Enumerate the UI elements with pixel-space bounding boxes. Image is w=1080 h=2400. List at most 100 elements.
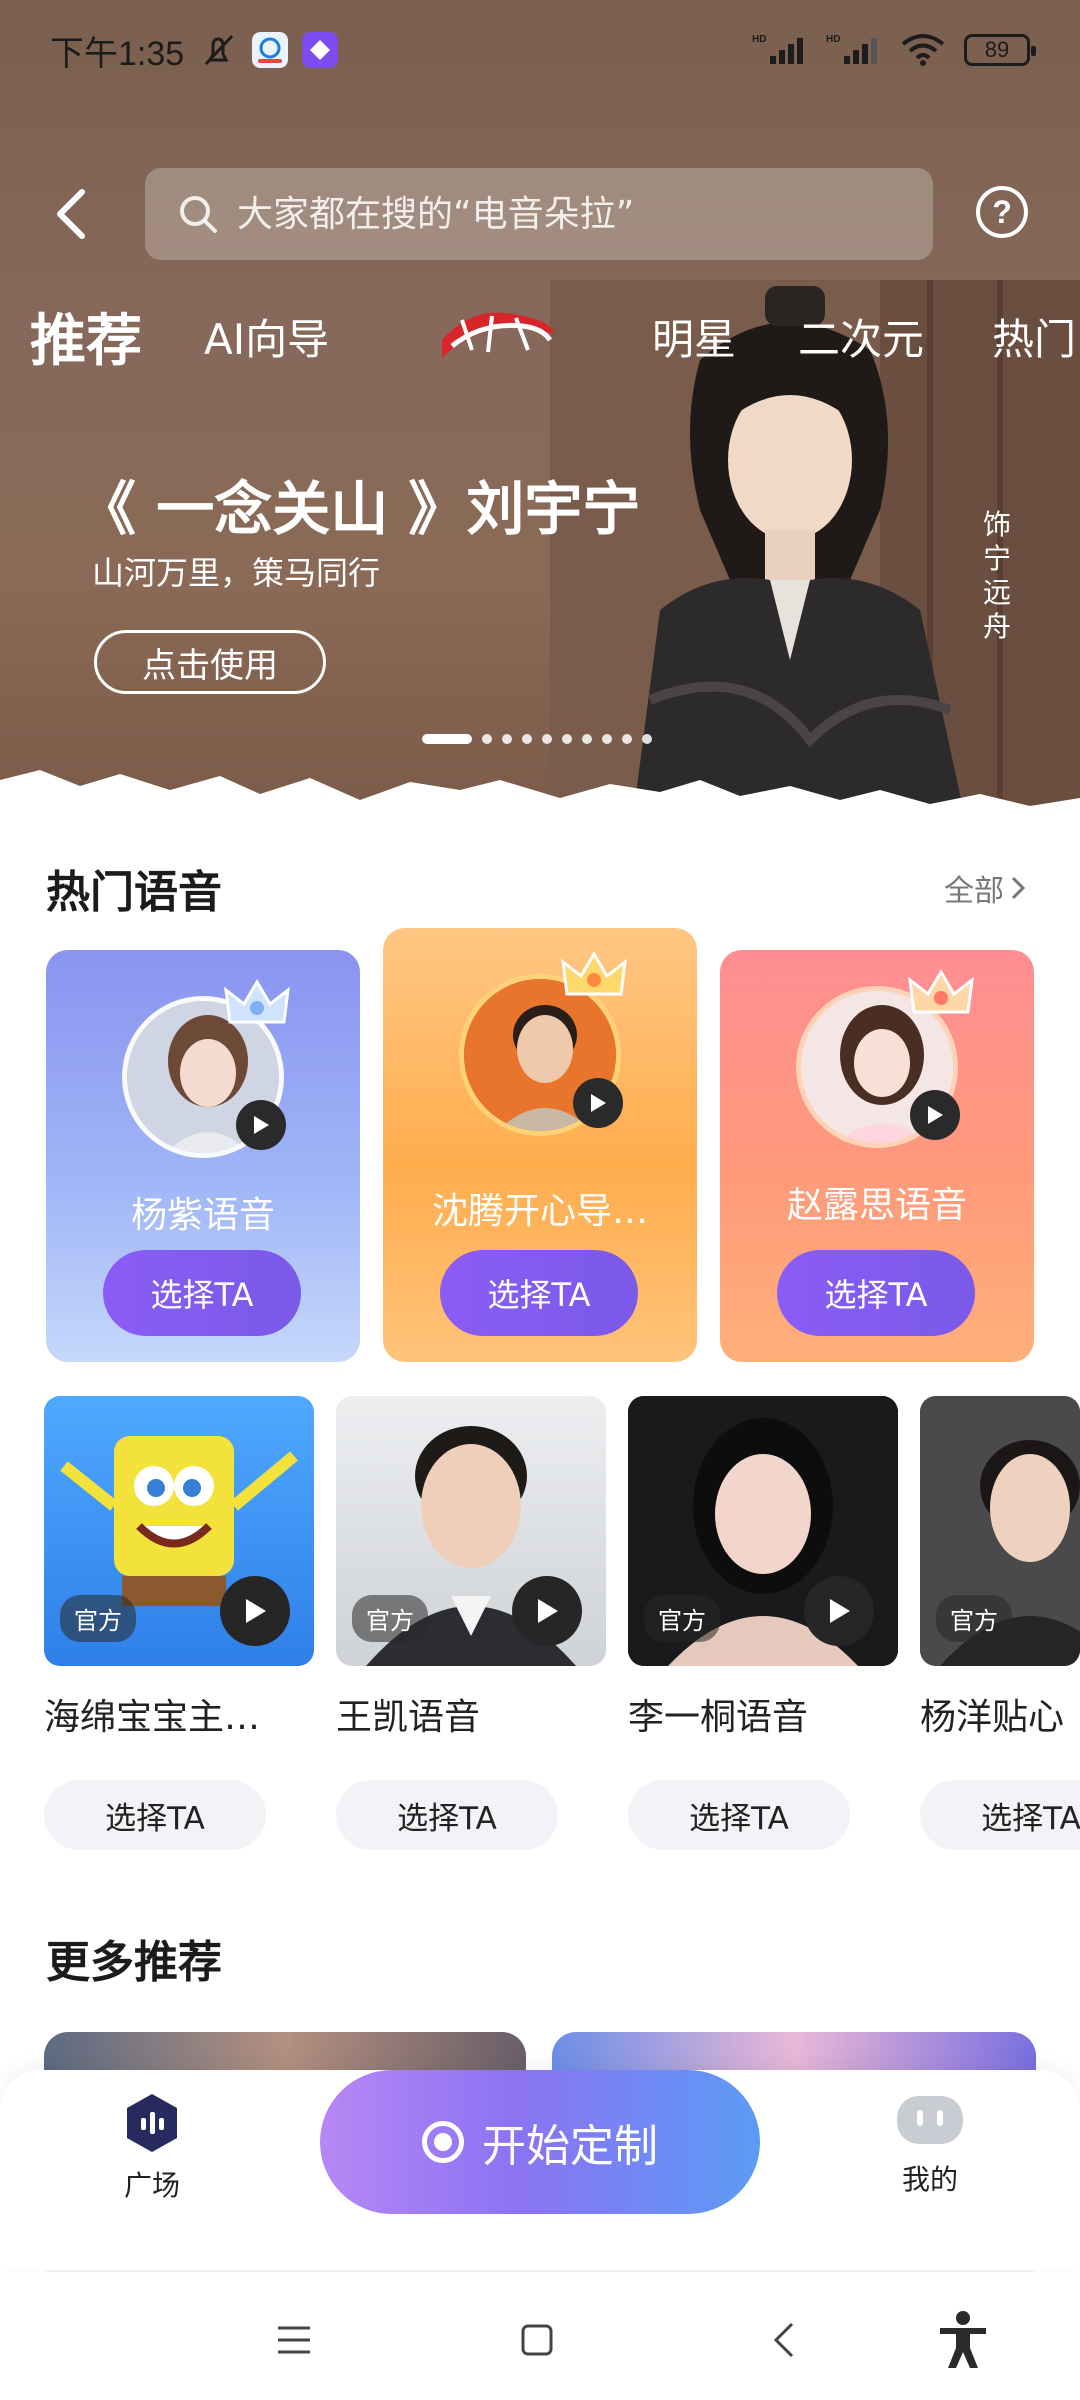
voice-list-item[interactable]: 官方 杨洋贴心 选择TA xyxy=(920,1396,1080,1850)
play-button[interactable] xyxy=(573,1078,623,1128)
play-icon xyxy=(591,1094,606,1112)
page-dot[interactable] xyxy=(602,734,612,744)
nav-mine[interactable]: 我的 xyxy=(860,2092,1000,2198)
page-dot[interactable] xyxy=(562,734,572,744)
voice-name: 海绵宝宝主… xyxy=(44,1697,261,1738)
home-icon[interactable] xyxy=(520,2320,554,2360)
see-all-link[interactable]: 全部 xyxy=(944,866,1026,910)
hot-voices-title: 热门语音 xyxy=(46,867,222,918)
profile-icon xyxy=(897,2096,963,2144)
svg-text:HD: HD xyxy=(752,34,766,45)
more-recommend-title: 更多推荐 xyxy=(46,1937,222,1988)
voice-name: 沈腾开心导… xyxy=(431,1191,648,1232)
tab-stars[interactable]: 明星 xyxy=(652,306,736,367)
play-icon xyxy=(246,1599,266,1623)
voice-name: 王凯语音 xyxy=(336,1697,481,1738)
voice-list-item[interactable]: 官方 海绵宝宝主… 选择TA xyxy=(44,1396,314,1850)
select-voice-button[interactable]: 选择TA xyxy=(103,1250,301,1336)
accessibility-icon[interactable] xyxy=(936,2310,990,2370)
back-button[interactable] xyxy=(40,182,100,246)
banner-vertical-caption: 饰宁远舟 xyxy=(982,508,1011,643)
voice-cover: 官方 xyxy=(44,1396,314,1666)
voice-name: 杨洋贴心 xyxy=(920,1697,1065,1738)
select-voice-button[interactable]: 选择TA xyxy=(777,1250,975,1336)
page-dot[interactable] xyxy=(582,734,592,744)
search-icon xyxy=(180,196,217,233)
crown-icon xyxy=(224,979,290,1024)
tab-festival-logo-icon[interactable] xyxy=(432,300,562,366)
page-dot[interactable] xyxy=(642,734,652,744)
hero-banner[interactable]: 下午1:35 HD HD 89 大家都在搜的“电音朵拉” ? 推荐 AI向导 明… xyxy=(0,0,1080,830)
back-arrow-icon xyxy=(57,189,85,239)
select-voice-button[interactable]: 选择TA xyxy=(628,1780,850,1850)
nav-plaza-label: 广场 xyxy=(123,2169,180,2202)
voice-cover: 官方 xyxy=(336,1396,606,1666)
start-customize-button[interactable]: 开始定制 xyxy=(320,2070,760,2214)
select-voice-button[interactable]: 选择TA xyxy=(336,1780,558,1850)
nav-mine-label: 我的 xyxy=(901,2163,958,2196)
top-bar: ? xyxy=(0,168,1080,260)
help-button[interactable]: ? xyxy=(976,186,1028,238)
voice-list-item[interactable]: 官方 李一桐语音 选择TA xyxy=(628,1396,898,1850)
battery-indicator: 89 xyxy=(964,34,1036,66)
play-icon xyxy=(928,1106,943,1124)
play-button[interactable] xyxy=(804,1576,874,1646)
back-nav-icon[interactable] xyxy=(770,2320,798,2360)
page-dot[interactable] xyxy=(522,734,532,744)
official-badge: 官方 xyxy=(936,1595,1012,1642)
torn-paper-edge xyxy=(0,770,1080,830)
tab-ai-guide[interactable]: AI向导 xyxy=(204,306,329,367)
featured-voice-card[interactable]: 杨紫语音 选择TA xyxy=(46,950,360,1362)
wifi-icon xyxy=(901,34,945,66)
play-icon xyxy=(830,1599,850,1623)
banner-pagination xyxy=(422,734,652,744)
tab-hot[interactable]: 热门 xyxy=(992,306,1076,367)
official-badge: 官方 xyxy=(352,1595,428,1642)
record-icon xyxy=(422,2121,464,2163)
help-icon: ? xyxy=(992,193,1012,230)
voice-cover: 官方 xyxy=(628,1396,898,1666)
mute-icon xyxy=(205,34,234,66)
play-button[interactable] xyxy=(910,1090,960,1140)
page-dot[interactable] xyxy=(542,734,552,744)
search-bar[interactable] xyxy=(145,168,933,260)
banner-use-button[interactable]: 点击使用 xyxy=(94,630,326,694)
search-input[interactable] xyxy=(237,193,877,235)
app-notification-icon xyxy=(252,32,289,68)
banner-title: 《 一念关山 》刘宇宁 xyxy=(78,475,641,543)
official-badge: 官方 xyxy=(644,1595,720,1642)
crown-icon xyxy=(561,951,627,996)
voice-name: 李一桐语音 xyxy=(628,1697,809,1738)
play-icon xyxy=(538,1599,558,1623)
banner-subtitle: 山河万里，策马同行 xyxy=(92,554,381,592)
menu-icon[interactable] xyxy=(276,2320,312,2360)
tab-recommend[interactable]: 推荐 xyxy=(30,296,142,377)
status-bar: 下午1:35 HD HD 89 xyxy=(0,0,1080,100)
play-button[interactable] xyxy=(220,1576,290,1646)
featured-voice-card[interactable]: 赵露思语音 选择TA xyxy=(720,950,1034,1362)
featured-voice-card[interactable]: 沈腾开心导… 选择TA xyxy=(383,928,697,1362)
crown-icon xyxy=(908,969,974,1014)
voice-list-item[interactable]: 官方 王凯语音 选择TA xyxy=(336,1396,606,1850)
nav-plaza[interactable]: 广场 xyxy=(82,2092,222,2204)
page-dot[interactable] xyxy=(482,734,492,744)
assistant-app-icon xyxy=(302,32,339,68)
chevron-right-icon xyxy=(1011,876,1026,900)
bottom-navigation: 广场 开始定制 我的 xyxy=(0,2070,1080,2270)
play-button[interactable] xyxy=(512,1576,582,1646)
status-time: 下午1:35 xyxy=(50,34,185,73)
signal-hd-icon: HD xyxy=(752,34,803,64)
select-voice-button[interactable]: 选择TA xyxy=(440,1250,638,1336)
page-dot[interactable] xyxy=(502,734,512,744)
start-customize-label: 开始定制 xyxy=(482,2121,658,2172)
page-dot-active[interactable] xyxy=(422,734,472,744)
tab-anime[interactable]: 二次元 xyxy=(798,306,924,367)
select-voice-button[interactable]: 选择TA xyxy=(920,1780,1080,1850)
play-button[interactable] xyxy=(236,1100,286,1150)
select-voice-button[interactable]: 选择TA xyxy=(44,1780,266,1850)
voice-cover: 官方 xyxy=(920,1396,1080,1666)
voice-name: 赵露思语音 xyxy=(786,1185,967,1226)
page-dot[interactable] xyxy=(622,734,632,744)
battery-level: 89 xyxy=(984,37,1010,62)
divider xyxy=(46,2270,1034,2272)
